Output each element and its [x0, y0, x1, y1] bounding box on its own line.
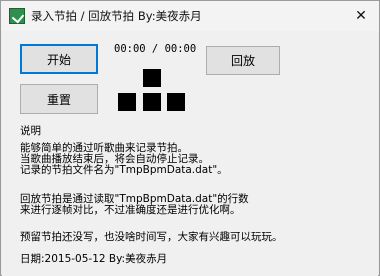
description-paragraph-1: 能够简单的通过听歌曲来记录节拍。 当歌曲播放结束后，将会自动停止记录。 记录的节…: [20, 143, 228, 176]
close-icon[interactable]: ✕: [353, 8, 369, 24]
playback-button[interactable]: 回放: [206, 46, 280, 75]
client-area: 开始 重置 回放 00:00 / 00:00 说明 能够简单的通过听歌曲来记录节…: [2, 31, 378, 276]
description-paragraph-3: 预留节拍还没写，也没啥时间写，大家有兴趣可以玩玩。: [20, 231, 283, 243]
start-button[interactable]: 开始: [20, 44, 98, 74]
footer-date-author: 日期:2015-05-12 By:美夜赤月: [20, 253, 168, 265]
beat-block-right: [167, 93, 185, 111]
beat-block-left: [118, 93, 136, 111]
description-paragraph-2: 回放节拍是通过读取"TmpBpmData.dat"的行数 来进行逐帧对比，不过准…: [20, 194, 249, 216]
window-title: 录入节拍 / 回放节拍 By:美夜赤月: [31, 9, 202, 23]
reset-button[interactable]: 重置: [20, 84, 98, 114]
timer-display: 00:00 / 00:00: [114, 43, 197, 55]
beat-block-down: [143, 93, 161, 111]
description-line: 记录的节拍文件名为"TmpBpmData.dat"。: [20, 164, 228, 176]
description-heading: 说明: [20, 125, 41, 137]
app-icon: [9, 8, 25, 24]
beat-block-up: [143, 69, 161, 87]
app-window: 录入节拍 / 回放节拍 By:美夜赤月 ✕ 开始 重置 回放 00:00 / 0…: [0, 0, 380, 276]
title-bar[interactable]: 录入节拍 / 回放节拍 By:美夜赤月 ✕: [1, 1, 379, 31]
description-line: 来进行逐帧对比，不过准确度还是进行优化啊。: [20, 204, 241, 216]
